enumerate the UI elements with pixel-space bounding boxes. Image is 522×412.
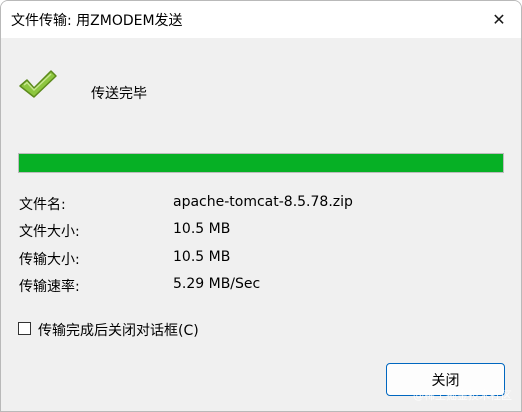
filename-value: apache-tomcat-8.5.78.zip: [173, 194, 353, 210]
transferred-label: 传输大小:: [19, 252, 80, 268]
rate-value: 5.29 MB/Sec: [173, 276, 261, 292]
filesize-label: 文件大小:: [19, 224, 80, 240]
filesize-value: 10.5 MB: [173, 221, 231, 237]
close-icon[interactable]: ✕: [489, 9, 509, 29]
progress-bar: [18, 153, 504, 173]
progress-fill: [19, 154, 503, 172]
status-text: 传送完毕: [91, 86, 147, 102]
autoclose-checkbox[interactable]: [18, 322, 31, 335]
filename-label: 文件名:: [19, 197, 66, 213]
transferred-value: 10.5 MB: [173, 249, 231, 265]
autoclose-label[interactable]: 传输完成后关闭对话框(C): [38, 320, 199, 340]
watermark-text: @稀土掘金技术社区: [413, 389, 512, 402]
window-title: 文件传输: 用ZMODEM发送: [11, 13, 183, 29]
checkmark-icon: [19, 70, 57, 98]
zmodem-dialog: 文件传输: 用ZMODEM发送 ✕ 传送完毕 文件名: apache-tomca…: [0, 0, 522, 412]
title-bar: 文件传输: 用ZMODEM发送 ✕: [1, 1, 521, 38]
rate-label: 传输速率:: [19, 279, 80, 295]
